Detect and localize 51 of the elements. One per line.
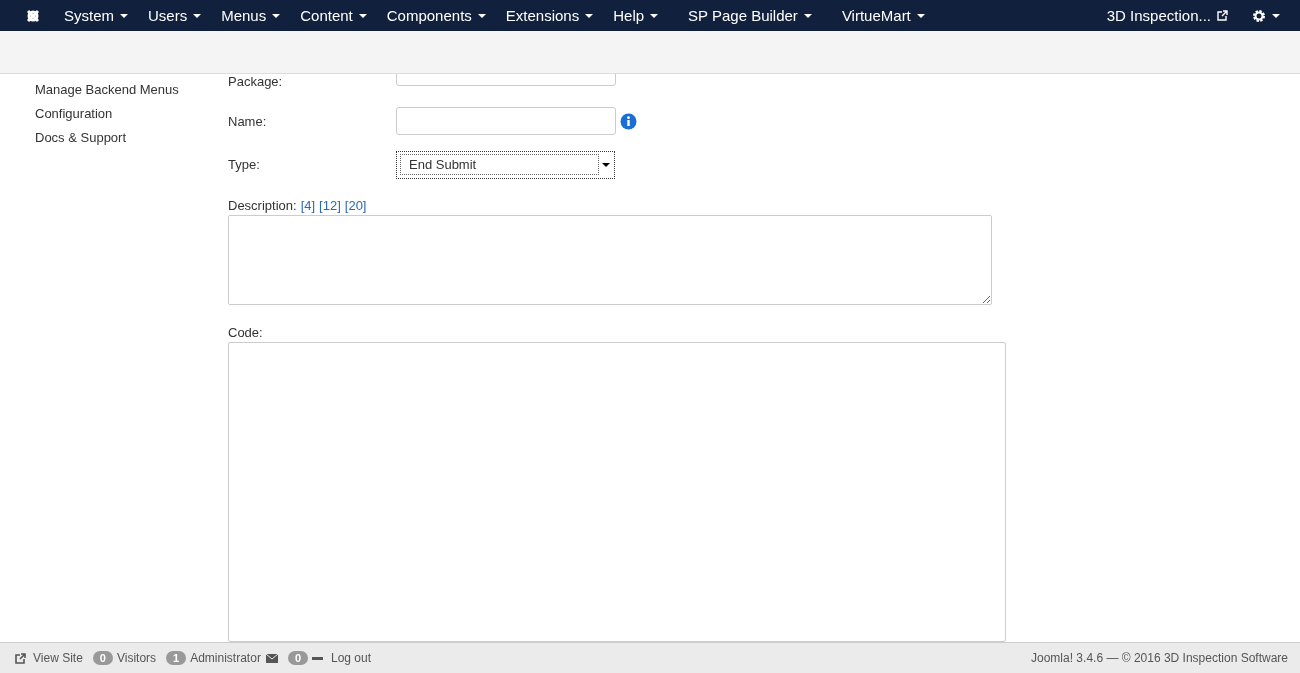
nav-menu[interactable]: Menus bbox=[221, 7, 281, 24]
count-badge: 1 bbox=[166, 651, 187, 665]
description-field[interactable] bbox=[228, 215, 992, 305]
caret-icon bbox=[585, 13, 594, 18]
length-link[interactable]: [4] bbox=[300, 198, 316, 214]
caret-icon bbox=[650, 13, 659, 18]
site-link[interactable]: 3D Inspection... bbox=[1106, 7, 1228, 24]
administrator-label: Administrator bbox=[190, 651, 261, 665]
count-badge: 0 bbox=[287, 651, 308, 665]
logout-link[interactable]: Log out bbox=[331, 651, 372, 665]
field-label: Description: bbox=[228, 198, 297, 214]
view-site-link[interactable]: View Site bbox=[15, 651, 83, 665]
length-link[interactable]: [12] bbox=[319, 198, 341, 214]
copyright-text: Joomla! 3.4.6 — © 2016 3D Inspection Software bbox=[1031, 651, 1288, 665]
nav-menu[interactable]: VirtueMart bbox=[841, 7, 925, 24]
sidebar-item[interactable]: Manage Backend Menus bbox=[35, 82, 228, 106]
minus-icon bbox=[312, 656, 323, 660]
name-field[interactable] bbox=[396, 107, 616, 136]
settings-menu[interactable] bbox=[1252, 8, 1280, 23]
info-icon[interactable] bbox=[620, 112, 637, 130]
external-link-icon bbox=[15, 652, 26, 664]
nav-menu[interactable]: System bbox=[64, 7, 128, 24]
code-field[interactable] bbox=[228, 341, 1006, 642]
caret-icon bbox=[193, 13, 202, 18]
nav-menu[interactable]: Content bbox=[300, 7, 367, 24]
sidebar-item[interactable]: Docs & Support bbox=[35, 130, 228, 154]
visitors-label: Visitors bbox=[116, 651, 157, 665]
nav-menu[interactable]: Extensions bbox=[505, 7, 594, 24]
nav-menu[interactable]: SP Page Builder bbox=[688, 7, 812, 24]
type-select[interactable]: End Submit bbox=[396, 150, 615, 179]
caret-icon bbox=[358, 13, 367, 18]
field-label: Code: bbox=[228, 324, 264, 340]
field-label: Package: bbox=[228, 74, 284, 89]
field-label: Name: bbox=[228, 113, 268, 129]
envelope-icon[interactable] bbox=[265, 653, 278, 663]
settings-icon bbox=[1252, 8, 1266, 23]
field-label: Type: bbox=[228, 157, 261, 173]
caret-icon bbox=[803, 13, 812, 18]
nav-menu[interactable]: Help bbox=[613, 7, 659, 24]
nav-menu[interactable]: Users bbox=[148, 7, 202, 24]
count-badge: 0 bbox=[92, 651, 113, 665]
caret-icon bbox=[602, 162, 610, 167]
caret-icon bbox=[477, 13, 486, 18]
external-link-icon bbox=[1217, 10, 1228, 21]
caret-icon bbox=[916, 13, 925, 18]
caret-icon bbox=[120, 13, 128, 18]
length-link[interactable]: [20] bbox=[344, 198, 367, 214]
sidebar-item[interactable]: Configuration bbox=[35, 106, 228, 130]
caret-icon bbox=[1272, 13, 1280, 18]
caret-icon bbox=[272, 13, 281, 18]
nav-menu[interactable]: Components bbox=[386, 7, 486, 24]
